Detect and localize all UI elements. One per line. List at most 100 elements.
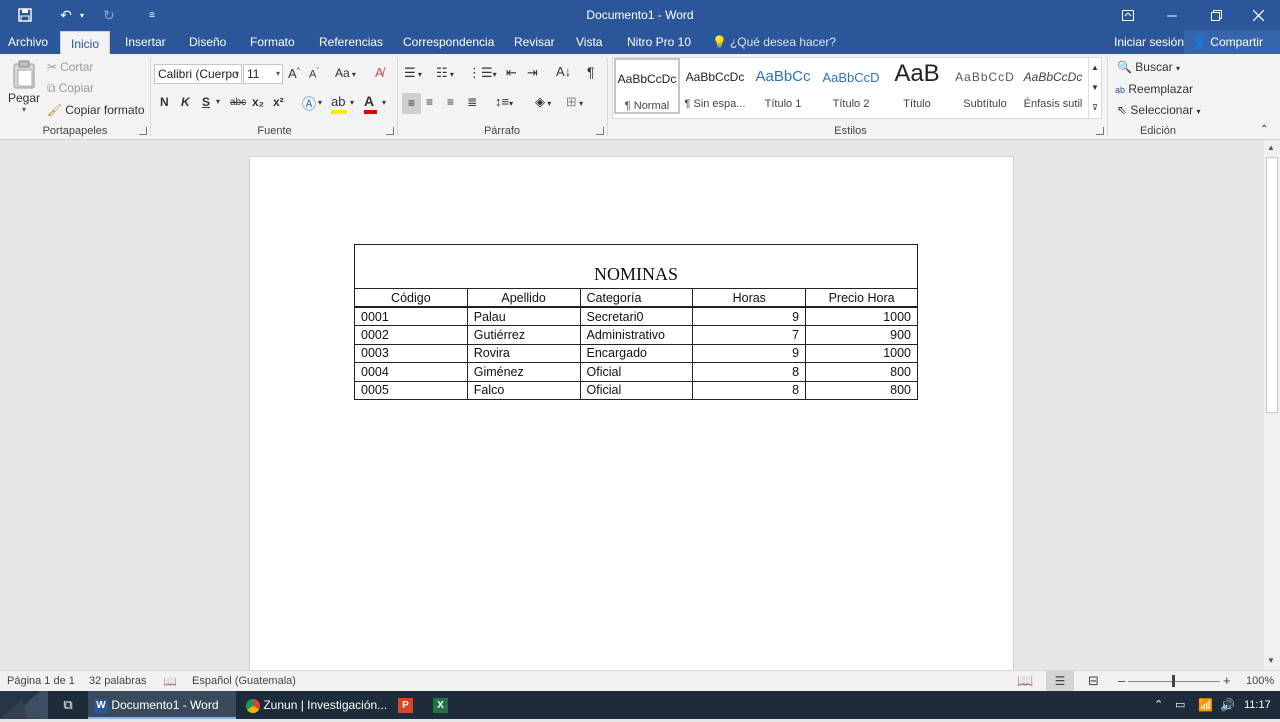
text-effects-icon[interactable]: Ⓐ: [302, 94, 316, 114]
taskbar-item-chrome[interactable]: Zunun | Investigación...: [240, 691, 390, 719]
style-subtitle[interactable]: AaBbCcD Subtítulo: [952, 58, 1018, 114]
document-page[interactable]: NOMINAS Código Apellido Categoría Horas …: [249, 156, 1014, 676]
style-title[interactable]: AaB Título: [884, 58, 950, 114]
minimize-icon[interactable]: [1150, 0, 1194, 30]
align-right-icon[interactable]: ≡: [447, 95, 454, 109]
decrease-indent-icon[interactable]: ⇤: [506, 65, 517, 81]
print-layout-icon[interactable]: ☰: [1046, 671, 1074, 691]
style-subtle-emphasis[interactable]: AaBbCcDc Énfasis sutil: [1020, 58, 1086, 114]
language[interactable]: Español (Guatemala): [192, 675, 296, 687]
paragraph-launcher-icon[interactable]: [596, 127, 604, 135]
font-name-combo[interactable]: Calibri (Cuerpo ▾: [154, 64, 242, 84]
highlight-color-icon[interactable]: ab: [331, 94, 347, 114]
copy-button[interactable]: ⧉ Copiar: [47, 81, 94, 96]
zoom-out-icon[interactable]: –: [1118, 673, 1125, 688]
table-cell[interactable]: 8: [692, 362, 807, 382]
signin-link[interactable]: Iniciar sesión: [1114, 30, 1184, 54]
superscript-button[interactable]: x²: [273, 95, 284, 109]
table-cell[interactable]: Encargado: [579, 343, 694, 363]
table-cell[interactable]: 0001: [354, 306, 468, 326]
styles-launcher-icon[interactable]: [1096, 127, 1104, 135]
scroll-up-icon[interactable]: ▲: [1267, 143, 1275, 152]
table-cell[interactable]: 0002: [354, 325, 468, 345]
style-heading-2[interactable]: AaBbCcD Título 2: [818, 58, 884, 114]
tab-diseno[interactable]: Diseño: [189, 30, 226, 54]
shrink-font-icon[interactable]: Aˇ: [309, 68, 319, 81]
collapse-ribbon-icon[interactable]: ⌃: [1260, 124, 1268, 135]
table-cell[interactable]: 800: [805, 362, 918, 382]
bold-button[interactable]: N: [160, 95, 169, 109]
table-cell[interactable]: Giménez: [466, 362, 581, 382]
clock[interactable]: 11:17: [1244, 691, 1271, 719]
select-button[interactable]: ⇖ Seleccionar ▾: [1117, 103, 1200, 117]
replace-button[interactable]: ab Reemplazar: [1115, 82, 1193, 96]
excel-icon[interactable]: X: [433, 698, 448, 713]
restore-icon[interactable]: [1194, 0, 1238, 30]
powerpoint-icon[interactable]: P: [398, 698, 413, 713]
borders-icon[interactable]: ⊞ ▾: [566, 94, 583, 110]
taskbar-item-word[interactable]: W Documento1 - Word: [88, 691, 236, 719]
tab-formato[interactable]: Formato: [250, 30, 295, 54]
nominas-table[interactable]: NOMINAS Código Apellido Categoría Horas …: [354, 244, 918, 400]
table-cell[interactable]: 9: [692, 343, 807, 363]
cut-button[interactable]: ✂ Cortar: [47, 60, 93, 74]
share-button[interactable]: 👤 Compartir: [1184, 30, 1280, 54]
zoom-slider-thumb[interactable]: [1172, 675, 1175, 687]
style-normal[interactable]: AaBbCcDc ¶ Normal: [614, 58, 680, 114]
start-icon[interactable]: [0, 691, 48, 719]
grow-font-icon[interactable]: A^: [288, 66, 300, 81]
style-no-spacing[interactable]: AaBbCcDc ¶ Sin espa...: [682, 58, 748, 114]
chevron-down-icon[interactable]: ▾: [318, 98, 322, 107]
table-cell[interactable]: 0005: [354, 380, 468, 400]
shading-icon[interactable]: ◈ ▾: [535, 94, 551, 110]
font-launcher-icon[interactable]: [386, 127, 394, 135]
underline-dropdown-icon[interactable]: ▾: [216, 97, 220, 106]
sort-icon[interactable]: A↓: [556, 64, 571, 79]
show-hidden-icons-icon[interactable]: ⌃: [1154, 691, 1163, 719]
table-cell[interactable]: Gutiérrez: [466, 325, 581, 345]
strikethrough-button[interactable]: abc: [230, 97, 246, 108]
find-button[interactable]: 🔍 Buscar ▾: [1117, 60, 1180, 74]
bullets-icon[interactable]: ☰ ▾: [404, 65, 422, 81]
tab-revisar[interactable]: Revisar: [514, 30, 555, 54]
read-mode-icon[interactable]: 📖: [1017, 673, 1033, 689]
style-heading-1[interactable]: AaBbCc Título 1: [750, 58, 816, 114]
table-cell[interactable]: 0003: [354, 343, 468, 363]
styles-scroll-down-icon[interactable]: ▼: [1088, 78, 1101, 98]
table-cell[interactable]: Rovira: [466, 343, 581, 363]
web-layout-icon[interactable]: ⊟: [1088, 673, 1099, 689]
tab-insertar[interactable]: Insertar: [125, 30, 166, 54]
table-cell[interactable]: 0004: [354, 362, 468, 382]
show-marks-icon[interactable]: ¶: [587, 64, 595, 80]
multilevel-list-icon[interactable]: ⋮☰▾: [468, 65, 497, 81]
table-cell[interactable]: 7: [692, 325, 807, 345]
scrollbar-thumb[interactable]: [1266, 157, 1278, 413]
table-header[interactable]: Precio Hora: [805, 288, 918, 308]
table-title[interactable]: NOMINAS: [354, 244, 918, 289]
zoom-in-icon[interactable]: +: [1223, 673, 1231, 688]
tab-nitro[interactable]: Nitro Pro 10: [627, 30, 691, 54]
table-header[interactable]: Apellido: [466, 288, 581, 308]
scroll-down-icon[interactable]: ▼: [1267, 656, 1275, 665]
table-header[interactable]: Horas: [692, 288, 807, 308]
underline-button[interactable]: S: [202, 95, 210, 109]
close-icon[interactable]: [1236, 0, 1280, 30]
clear-formatting-icon[interactable]: A̸: [375, 65, 384, 80]
table-cell[interactable]: 8: [692, 380, 807, 400]
table-cell[interactable]: Palau: [466, 306, 581, 326]
numbering-icon[interactable]: ☷ ▾: [436, 65, 454, 81]
tell-me-search[interactable]: 💡 ¿Qué desea hacer?: [712, 30, 836, 54]
table-header[interactable]: Código: [354, 288, 468, 308]
proofing-icon[interactable]: 📖: [163, 675, 177, 688]
table-cell[interactable]: Falco: [466, 380, 581, 400]
font-size-combo[interactable]: 11 ▾: [243, 64, 283, 84]
table-cell[interactable]: Administrativo: [579, 325, 694, 345]
tab-correspondencia[interactable]: Correspondencia: [403, 30, 494, 54]
align-left-icon[interactable]: ≡: [402, 93, 421, 114]
increase-indent-icon[interactable]: ⇥: [527, 65, 538, 81]
table-cell[interactable]: Oficial: [579, 362, 694, 382]
ribbon-display-options-icon[interactable]: [1106, 0, 1150, 30]
tab-archivo[interactable]: Archivo: [8, 30, 48, 54]
word-count[interactable]: 32 palabras: [89, 675, 147, 687]
task-view-icon[interactable]: ⧉: [58, 691, 78, 719]
